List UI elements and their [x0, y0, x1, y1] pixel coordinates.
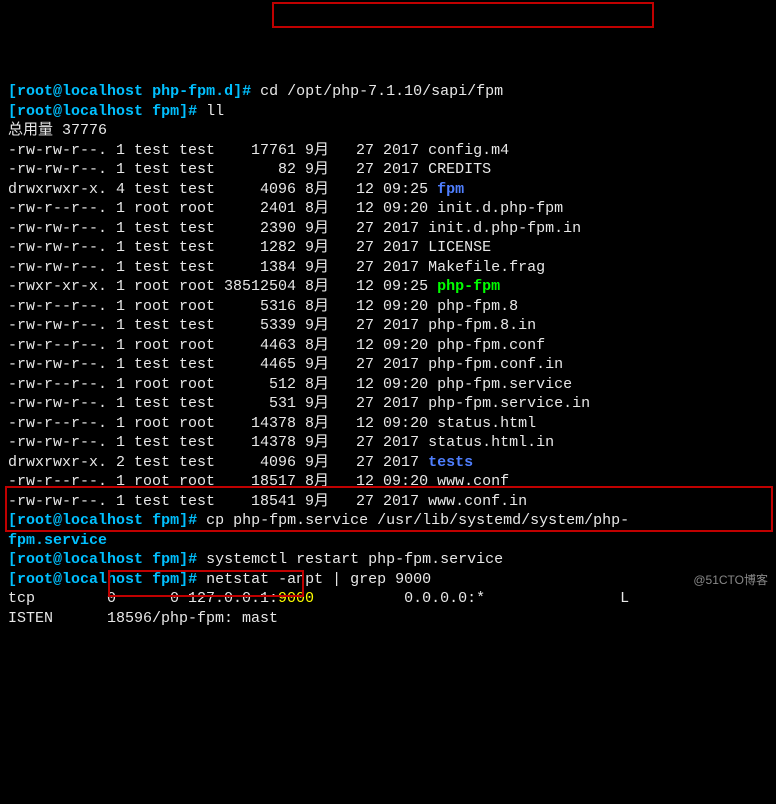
terminal-output[interactable]: [root@localhost php-fpm.d]# cd /opt/php-…: [8, 82, 768, 628]
watermark: @51CTO博客: [693, 573, 768, 589]
highlight-box-cd: [272, 2, 654, 28]
